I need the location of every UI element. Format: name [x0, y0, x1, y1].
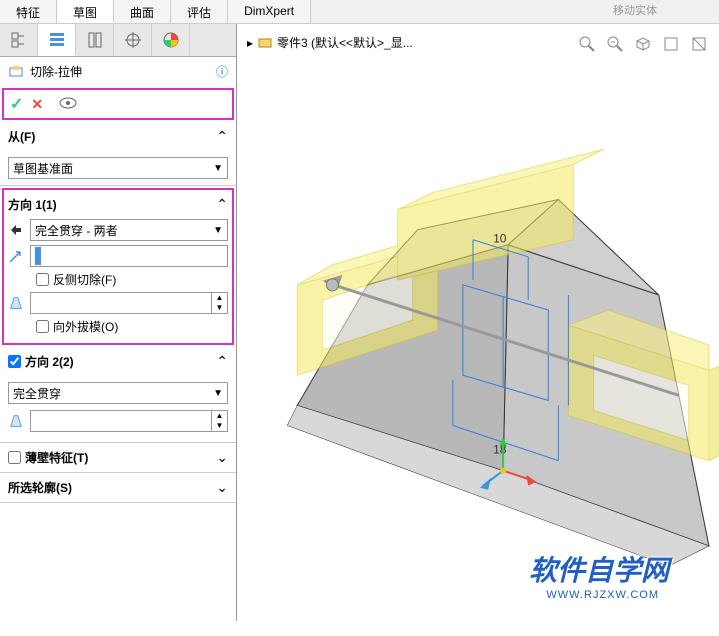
dimension-10[interactable]: 10	[493, 232, 507, 246]
panel-tab-property-manager[interactable]	[38, 24, 76, 56]
draft2-angle-input[interactable]: ▲ ▼	[30, 410, 228, 432]
panel-tab-display[interactable]	[114, 24, 152, 56]
direction1-section: 方向 1(1) ⌃ 完全贯穿 - 两者 ▼	[2, 188, 234, 345]
from-value: 草图基准面	[13, 160, 213, 177]
selected-contours-header[interactable]: 所选轮廓(S) ⌄	[0, 473, 236, 502]
tab-surfaces[interactable]: 曲面	[114, 0, 171, 23]
breadcrumb: ▸ 零件3 (默认<<默认>_显...	[247, 34, 413, 51]
reverse-direction-button[interactable]	[8, 222, 24, 238]
draft-outward-checkbox[interactable]	[36, 320, 49, 333]
thin-feature-checkbox[interactable]	[8, 451, 21, 464]
spinner-up[interactable]: ▲	[212, 293, 227, 303]
section-icon	[690, 35, 708, 53]
draft2-icon-button[interactable]	[8, 413, 24, 429]
draft-icon	[8, 412, 24, 430]
view-orientation-button[interactable]	[631, 32, 655, 56]
preview-toggle[interactable]	[59, 97, 77, 112]
direction2-end-condition[interactable]: 完全贯穿 ▼	[8, 382, 228, 404]
tab-features[interactable]: 特征	[0, 0, 57, 23]
feature-header: 切除-拉伸 ⓘ	[0, 57, 236, 86]
reverse-icon	[8, 222, 24, 238]
eye-icon	[59, 97, 77, 109]
section-view-button[interactable]	[687, 32, 711, 56]
selected-contours-label: 所选轮廓(S)	[8, 479, 212, 496]
spinner-up[interactable]: ▲	[212, 411, 227, 421]
zoom-fit-icon	[578, 35, 596, 53]
direction2-section: 方向 2(2) ⌃ 完全贯穿 ▼ ▲ ▼	[0, 347, 236, 443]
draft2-angle-value	[31, 411, 211, 431]
config-icon	[85, 30, 105, 50]
from-header[interactable]: 从(F) ⌃	[0, 122, 236, 151]
direction-vector-input[interactable]	[30, 245, 228, 267]
breadcrumb-part-name[interactable]: 零件3 (默认<<默认>_显...	[277, 34, 413, 51]
dropdown-arrow-icon: ▼	[213, 388, 223, 399]
direction1-end-condition[interactable]: 完全贯穿 - 两者 ▼	[30, 219, 228, 241]
tab-sketch[interactable]: 草图	[57, 0, 114, 23]
chevron-down-icon: ⌄	[216, 449, 228, 466]
part-icon	[257, 35, 273, 51]
zoom-area-button[interactable]	[603, 32, 627, 56]
selected-contours-section: 所选轮廓(S) ⌄	[0, 473, 236, 503]
dropdown-arrow-icon: ▼	[213, 225, 223, 236]
watermark-url: WWW.RJZXW.COM	[546, 589, 659, 601]
direction1-label: 方向 1(1)	[8, 196, 212, 213]
breadcrumb-expand-icon[interactable]: ▸	[247, 36, 253, 50]
spinner-down[interactable]: ▼	[212, 303, 227, 313]
property-manager-icon	[47, 29, 67, 49]
cut-extrude-icon	[8, 64, 24, 80]
selection-indicator	[35, 247, 41, 265]
zoom-area-icon	[606, 35, 624, 53]
draft-icon-button[interactable]	[8, 295, 24, 311]
display-icon	[662, 35, 680, 53]
thin-feature-section: 薄壁特征(T) ⌄	[0, 443, 236, 473]
ok-button[interactable]: ✓	[10, 94, 23, 114]
reverse-cut-label: 反侧切除(F)	[53, 271, 116, 288]
property-manager-panel: 切除-拉伸 ⓘ ✓ ✕ 从(F) ⌃ 草图基准面 ▼	[0, 24, 237, 621]
from-section: 从(F) ⌃ 草图基准面 ▼	[0, 122, 236, 186]
direction2-checkbox[interactable]	[8, 355, 21, 368]
feature-tree-icon	[9, 30, 29, 50]
chevron-up-icon: ⌃	[216, 196, 228, 213]
direction-vector-icon[interactable]	[8, 248, 24, 264]
confirm-row: ✓ ✕	[2, 88, 234, 120]
direction2-header[interactable]: 方向 2(2) ⌃	[0, 347, 236, 376]
appearance-icon	[161, 30, 181, 50]
move-entity-hint: 移动实体	[611, 0, 659, 20]
display-style-button[interactable]	[659, 32, 683, 56]
viewport-toolbar	[575, 32, 711, 56]
3d-viewport[interactable]: ▸ 零件3 (默认<<默认>_显...	[237, 24, 719, 621]
direction1-end-value: 完全贯穿 - 两者	[35, 222, 213, 239]
watermark-text: 软件自学网	[529, 549, 669, 589]
cube-icon	[634, 35, 652, 53]
draft-outward-label: 向外拔模(O)	[53, 318, 118, 335]
thin-feature-header[interactable]: 薄壁特征(T) ⌄	[0, 443, 236, 472]
spinner-down[interactable]: ▼	[212, 421, 227, 431]
chevron-up-icon: ⌃	[216, 353, 228, 370]
direction1-header[interactable]: 方向 1(1) ⌃	[8, 194, 228, 215]
tab-evaluate[interactable]: 评估	[171, 0, 228, 23]
direction2-label: 方向 2(2)	[25, 353, 212, 370]
arrow-icon	[8, 248, 24, 264]
chevron-up-icon: ⌃	[216, 128, 228, 145]
dropdown-arrow-icon: ▼	[213, 163, 223, 174]
panel-tab-feature-tree[interactable]	[0, 24, 38, 56]
panel-tabs	[0, 24, 236, 57]
zoom-fit-button[interactable]	[575, 32, 599, 56]
reverse-cut-checkbox[interactable]	[36, 273, 49, 286]
panel-tab-config[interactable]	[76, 24, 114, 56]
draft-angle-value	[31, 293, 211, 313]
panel-tab-appearance[interactable]	[152, 24, 190, 56]
direction2-end-value: 完全贯穿	[13, 385, 213, 402]
draft-icon	[8, 294, 24, 312]
cancel-button[interactable]: ✕	[31, 96, 43, 113]
help-icon[interactable]: ⓘ	[216, 63, 228, 80]
feature-title: 切除-拉伸	[30, 63, 210, 80]
from-label: 从(F)	[8, 128, 212, 145]
draft-angle-input[interactable]: ▲ ▼	[30, 292, 228, 314]
from-dropdown[interactable]: 草图基准面 ▼	[8, 157, 228, 179]
crosshair-icon	[123, 30, 143, 50]
thin-feature-label: 薄壁特征(T)	[25, 449, 212, 466]
chevron-down-icon: ⌄	[216, 479, 228, 496]
tab-dimxpert[interactable]: DimXpert	[228, 0, 311, 23]
